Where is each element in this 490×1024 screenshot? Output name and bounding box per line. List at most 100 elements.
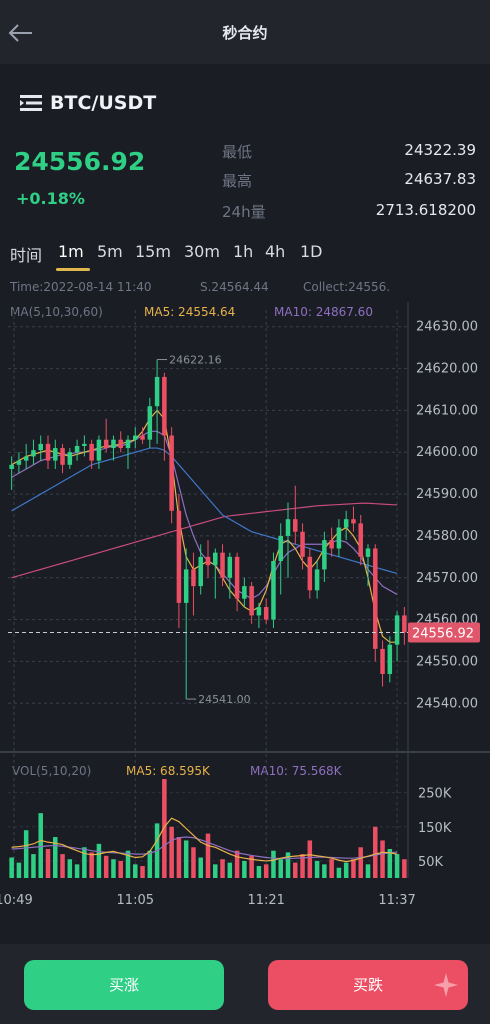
- volume-bar: [314, 860, 320, 878]
- candlestick-chart[interactable]: 24630.00 24620.00 24610.00 24600.00 24590.00…: [0, 274, 490, 914]
- price-tick-label: 24550.00: [416, 654, 478, 669]
- volume-bar: [351, 859, 356, 878]
- candle-body: [227, 556, 233, 578]
- volume-bar: [307, 840, 313, 878]
- volume-bar: [147, 850, 153, 878]
- kline-chart-area[interactable]: Time:2022-08-14 11:40 S.24564.44 Collect…: [0, 274, 490, 914]
- interval-tabs: 时间 1m 5m 15m 30m 1h 4h 1D: [0, 238, 490, 274]
- volume-bar: [111, 859, 116, 878]
- candle-body: [380, 648, 385, 674]
- tab-1d[interactable]: 1D: [300, 242, 323, 261]
- candle-body: [118, 439, 123, 449]
- price-change: +0.18%: [16, 189, 85, 208]
- candle-body: [329, 540, 334, 549]
- time-tick-label: 11:21: [247, 893, 284, 908]
- buy-up-button[interactable]: 买涨: [24, 960, 224, 1010]
- volume-bar: [343, 862, 349, 878]
- stat-volume-label: 24h量: [222, 203, 266, 221]
- candle-body: [242, 586, 247, 599]
- candle-body: [394, 615, 400, 645]
- candle-body: [322, 540, 327, 570]
- volume-bar: [336, 867, 342, 878]
- action-bar: 买涨 买跌: [0, 944, 490, 1024]
- volume-bar: [60, 854, 65, 878]
- volume-bar: [256, 866, 262, 878]
- candle-body: [307, 556, 313, 591]
- pair-name: BTC/USDT: [50, 92, 157, 114]
- price-tick-label: 24630.00: [416, 320, 478, 335]
- tab-time[interactable]: 时间: [10, 242, 42, 266]
- volume-bar: [82, 847, 87, 878]
- candle-body: [169, 435, 174, 511]
- candle-body: [74, 445, 80, 453]
- candle-body: [271, 561, 276, 620]
- volume-bar: [191, 847, 196, 878]
- candle-body: [285, 519, 291, 536]
- tab-15m[interactable]: 15m: [135, 242, 171, 261]
- volume-bar: [169, 826, 174, 878]
- volume-tick-label: 250K: [418, 787, 452, 802]
- time-tick-label: 11:05: [117, 893, 154, 908]
- volume-bar: [45, 848, 51, 878]
- current-price-tag-label: 24556.92: [412, 626, 474, 641]
- candle-body: [82, 443, 87, 446]
- max-price-label: 24622.16: [169, 354, 222, 367]
- sparkle-icon: [434, 973, 458, 997]
- candle-body: [278, 535, 283, 562]
- candle-body: [31, 450, 36, 457]
- buy-down-button[interactable]: 买跌: [268, 960, 468, 1010]
- volume-bar: [220, 859, 225, 878]
- volume-bar: [329, 859, 334, 878]
- volume-bar: [133, 864, 138, 878]
- candle-body: [176, 510, 182, 603]
- candle-body: [336, 527, 342, 549]
- volume-bar: [234, 850, 240, 878]
- volume-bar: [373, 826, 378, 878]
- stat-low-label: 最低: [222, 143, 253, 161]
- candle-body: [183, 569, 189, 603]
- volume-bar: [74, 864, 80, 878]
- volume-bar: [402, 859, 407, 878]
- volume-bar: [271, 850, 276, 878]
- stat-low-value: 24322.39: [404, 141, 476, 159]
- volume-bar: [67, 859, 73, 878]
- volume-bar: [380, 840, 385, 878]
- volume-bar: [263, 864, 269, 878]
- candle-body: [140, 435, 145, 440]
- stat-volume-value: 2713.618200: [375, 201, 476, 219]
- candle-body: [198, 556, 203, 587]
- tab-30m[interactable]: 30m: [184, 242, 220, 261]
- volume-bar: [89, 852, 94, 878]
- candle-body: [45, 443, 51, 461]
- time-tick-label: 11:37: [378, 893, 415, 908]
- volume-bar: [118, 860, 123, 878]
- tab-5m[interactable]: 5m: [97, 242, 123, 261]
- candle-body: [125, 439, 131, 449]
- current-price: 24556.92: [14, 147, 146, 176]
- volume-bar: [322, 864, 327, 878]
- tab-1m[interactable]: 1m: [58, 242, 84, 261]
- volume-bar: [394, 854, 400, 878]
- volume-bar: [103, 855, 109, 878]
- volume-bar: [176, 837, 182, 878]
- price-tick-label: 24580.00: [416, 529, 478, 544]
- volume-bar: [96, 843, 102, 878]
- price-tick-label: 24590.00: [416, 487, 478, 502]
- volume-bar: [213, 864, 218, 878]
- candle-body: [365, 548, 371, 557]
- min-price-label: 24541.00: [198, 693, 251, 706]
- volume-bar: [198, 857, 203, 878]
- volume-bar: [242, 860, 247, 878]
- volume-bar: [183, 840, 189, 878]
- menu-list-icon[interactable]: [20, 94, 42, 112]
- tab-4h[interactable]: 4h: [265, 242, 285, 261]
- tab-1h[interactable]: 1h: [233, 242, 253, 261]
- pair-selector[interactable]: BTC/USDT: [20, 92, 156, 114]
- candle-body: [191, 569, 196, 587]
- candle-body: [343, 519, 349, 528]
- active-tab-indicator: [56, 268, 90, 271]
- candle-body: [53, 448, 58, 461]
- volume-bar: [9, 857, 14, 878]
- volume-bar: [23, 830, 29, 878]
- market-summary: BTC/USDT 24556.92 +0.18% 最低 24322.39 最高 …: [0, 64, 490, 240]
